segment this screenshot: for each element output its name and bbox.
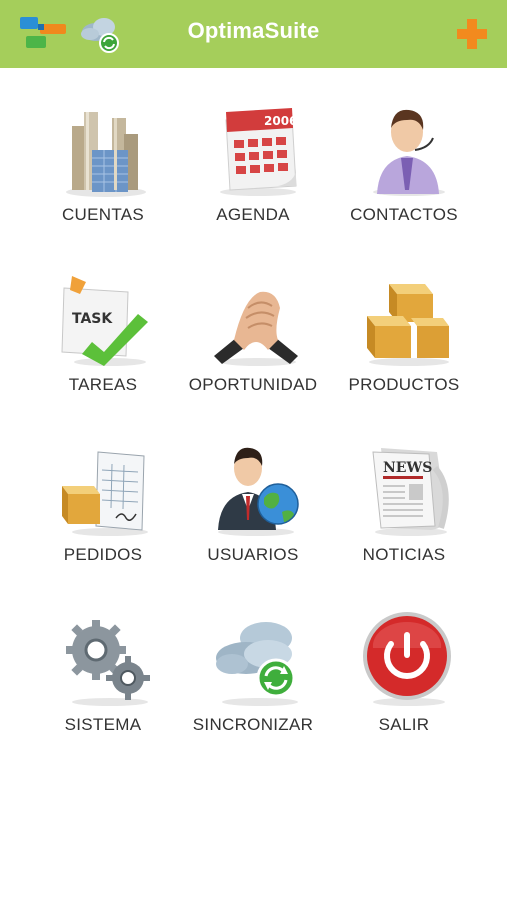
menu-item-agenda[interactable]: 2006 AGENDA (178, 90, 328, 250)
menu-item-usuarios[interactable]: USUARIOS (178, 430, 328, 590)
gears-icon (66, 620, 150, 706)
contact-person-icon (373, 109, 445, 196)
plus-icon[interactable] (454, 16, 490, 52)
menu-label: CONTACTOS (350, 205, 458, 224)
menu-item-oportunidad[interactable]: OPORTUNIDAD (178, 260, 328, 420)
menu-item-salir[interactable]: SALIR (329, 600, 479, 760)
menu-label: CUENTAS (61, 205, 145, 224)
menu-label: SINCRONIZAR (192, 715, 314, 734)
app-title: OptimaSuite (187, 18, 320, 43)
calendar-icon: 2006 (220, 108, 297, 196)
menu-item-sistema[interactable]: SISTEMA (28, 600, 178, 760)
menu-item-contactos[interactable]: CONTACTOS (329, 90, 479, 250)
menu-label: USUARIOS (207, 545, 299, 564)
news-text: NEWS (383, 460, 432, 476)
power-button-icon (363, 612, 451, 706)
calendar-year: 2006 (264, 114, 297, 128)
newspaper-icon: NEWS (372, 448, 449, 536)
menu-label: NOTICIAS (362, 545, 446, 564)
user-globe-icon (218, 447, 299, 536)
task-text: TASK (72, 311, 113, 327)
cloud-sync-icon (216, 622, 298, 706)
menu-item-tareas[interactable]: TASK TAREAS (28, 260, 178, 420)
menu-label: AGENDA (216, 205, 290, 224)
buildings-icon (66, 112, 146, 197)
menu-item-cuentas[interactable]: CUENTAS (28, 90, 178, 250)
menu-item-pedidos[interactable]: PEDIDOS (28, 430, 178, 590)
boxes-icon (367, 284, 449, 366)
menu-label: PRODUCTOS (348, 375, 460, 394)
menu-item-sincronizar[interactable]: SINCRONIZAR (178, 600, 328, 760)
menu-item-noticias[interactable]: NEWS NOTICIAS (329, 430, 479, 590)
task-checkmark-icon: TASK (61, 276, 148, 366)
menu-label: PEDIDOS (63, 545, 143, 564)
menu-label: TAREAS (68, 375, 138, 394)
handshake-icon (214, 291, 298, 366)
order-form-icon (62, 451, 148, 536)
app-header: OptimaSuite (0, 0, 507, 68)
menu-item-productos[interactable]: PRODUCTOS (329, 260, 479, 420)
menu-label: SISTEMA (64, 715, 142, 734)
menu-label: SALIR (378, 715, 430, 734)
menu-label: OPORTUNIDAD (188, 375, 318, 394)
